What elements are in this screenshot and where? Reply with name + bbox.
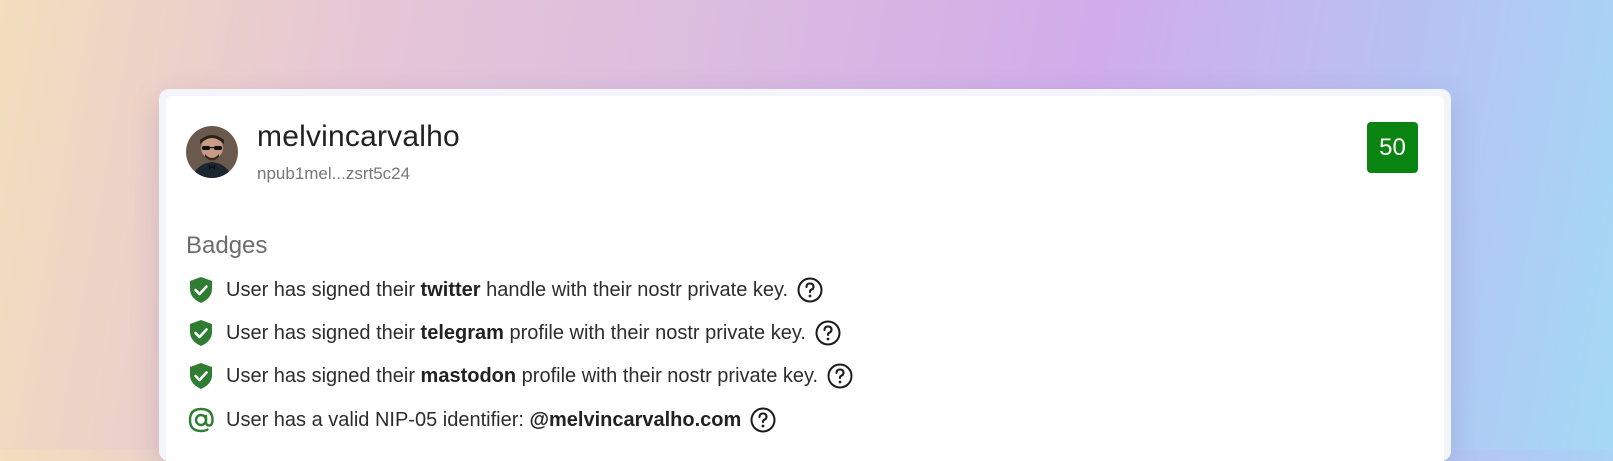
badge-text-prefix: User has signed their bbox=[226, 364, 415, 387]
badge-text-platform: twitter bbox=[420, 278, 481, 301]
score-badge: 50 bbox=[1367, 122, 1418, 173]
badge-text-suffix: profile with their nostr private key. bbox=[509, 321, 806, 344]
at-sign-icon bbox=[186, 404, 216, 436]
badge-item-nip05: User has a valid NIP-05 identifier: @mel… bbox=[186, 404, 777, 436]
badge-text-prefix: User has signed their bbox=[226, 321, 415, 344]
profile-card: melvincarvalho npub1mel...zsrt5c24 50 Ba… bbox=[159, 89, 1451, 461]
shield-check-icon bbox=[186, 274, 216, 306]
npub-key: npub1mel...zsrt5c24 bbox=[257, 164, 411, 183]
badge-text-prefix: User has a valid NIP-05 identifier: bbox=[226, 408, 524, 431]
badge-item-telegram: User has signed their telegram profile w… bbox=[186, 317, 842, 349]
badge-item-mastodon: User has signed their mastodon profile w… bbox=[186, 360, 854, 392]
badge-text-platform: mastodon bbox=[420, 364, 517, 387]
shield-check-icon bbox=[186, 317, 216, 349]
shield-check-icon bbox=[186, 360, 216, 392]
profile-card-body: melvincarvalho npub1mel...zsrt5c24 50 Ba… bbox=[166, 96, 1444, 461]
avatar[interactable] bbox=[186, 126, 238, 178]
help-icon[interactable] bbox=[749, 406, 777, 434]
username: melvincarvalho bbox=[257, 120, 460, 153]
help-icon[interactable] bbox=[826, 362, 854, 390]
badge-text-platform: telegram bbox=[420, 321, 504, 344]
help-icon[interactable] bbox=[814, 319, 842, 347]
badge-text-prefix: User has signed their bbox=[226, 278, 415, 301]
badge-item-twitter: User has signed their twitter handle wit… bbox=[186, 274, 824, 306]
badge-text-suffix: handle with their nostr private key. bbox=[486, 278, 789, 301]
help-icon[interactable] bbox=[796, 276, 824, 304]
badge-text-suffix: profile with their nostr private key. bbox=[521, 364, 819, 387]
badges-heading: Badges bbox=[186, 232, 268, 259]
nip05-identifier: @melvincarvalho.com bbox=[529, 408, 742, 431]
